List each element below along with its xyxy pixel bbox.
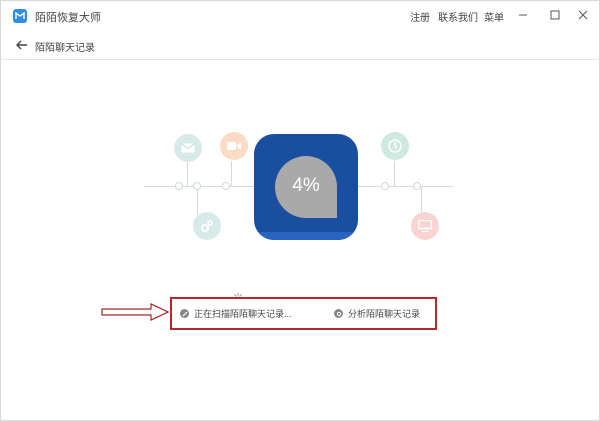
nav-bar: 陌陌聊天记录 [1, 31, 599, 60]
step-label: 分析陌陌聊天记录 [348, 309, 421, 319]
connector [421, 187, 422, 213]
flow-node [175, 182, 183, 190]
monitor-icon [411, 212, 439, 240]
connector [394, 161, 395, 186]
gear-icon [334, 309, 343, 318]
progress-bottom-strip [254, 232, 358, 240]
connector [197, 187, 198, 215]
flow-line-right [358, 186, 453, 187]
back-label[interactable]: 陌陌聊天记录 [35, 39, 95, 54]
progress-percent: 4% [292, 175, 320, 196]
back-arrow-icon[interactable] [15, 38, 29, 52]
flow-node [222, 182, 230, 190]
maximize-icon[interactable] [547, 7, 563, 23]
minimize-icon[interactable] [515, 7, 531, 23]
connector [231, 161, 232, 186]
annotation-arrow-icon [101, 303, 170, 326]
title-bar: 陌陌恢复大师 注册 联系我们 菜单 [1, 1, 599, 31]
pencil-icon [180, 309, 189, 318]
step-analyzing: 分析陌陌聊天记录 [334, 307, 420, 320]
flow-node [413, 182, 421, 190]
app-window: 陌陌恢复大师 注册 联系我们 菜单 陌陌聊天记录 4% 正在扫描陌陌聊天记录..… [0, 0, 600, 421]
clock-icon [381, 132, 409, 160]
app-logo-icon [13, 9, 27, 23]
settings-icon [193, 212, 221, 240]
menu-menu[interactable]: 菜单 [484, 9, 504, 24]
connector [187, 161, 188, 186]
step-label: 正在扫描陌陌聊天记录... [194, 309, 292, 319]
video-icon [220, 132, 248, 160]
progress-tile: 4% [254, 134, 358, 240]
menu-register[interactable]: 注册 [410, 9, 430, 24]
mail-icon [174, 134, 202, 162]
close-icon[interactable] [575, 7, 591, 23]
flow-node [381, 182, 389, 190]
scan-status-box: 正在扫描陌陌聊天记录... 分析陌陌聊天记录 [170, 297, 437, 330]
menu-contact[interactable]: 联系我们 [438, 9, 478, 24]
app-title: 陌陌恢复大师 [35, 12, 101, 24]
step-scanning: 正在扫描陌陌聊天记录... [180, 307, 292, 320]
flow-node [193, 182, 201, 190]
